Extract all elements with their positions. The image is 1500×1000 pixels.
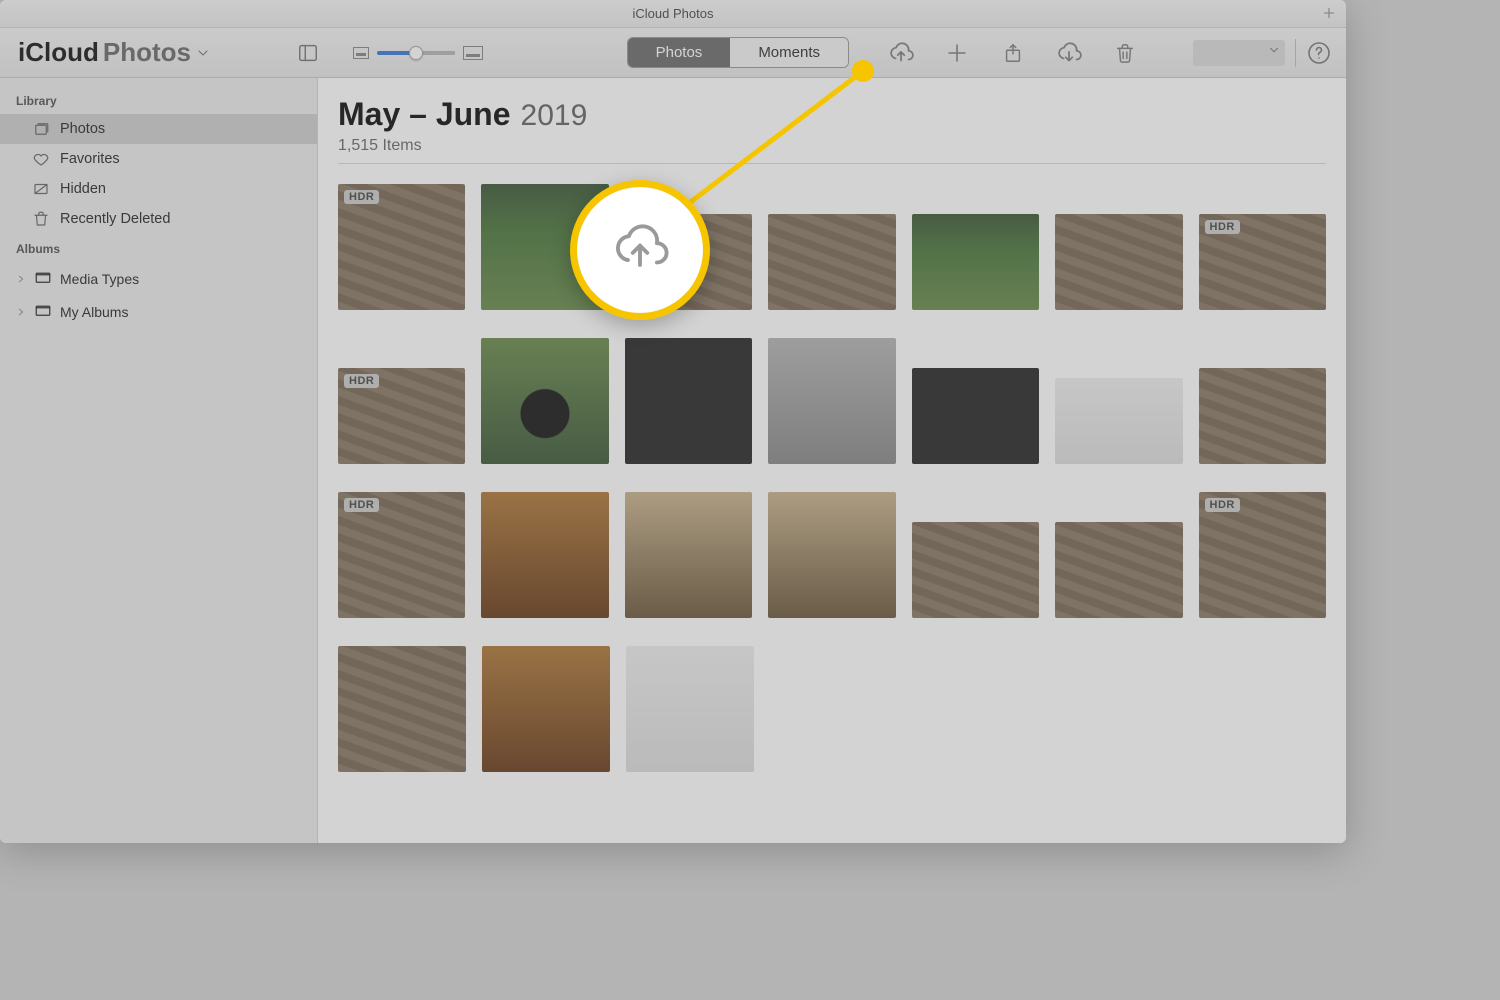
photo-thumbnail[interactable] (768, 492, 895, 618)
photo-thumbnail[interactable] (625, 338, 752, 464)
window-title: iCloud Photos (633, 6, 714, 21)
sidebar-item-hidden[interactable]: Hidden (0, 174, 317, 204)
callout-circle (570, 180, 710, 320)
date-heading: May – June 2019 (338, 96, 1326, 133)
photo-thumbnail[interactable] (912, 368, 1039, 464)
photo-thumbnail[interactable] (912, 522, 1039, 618)
sidebar-item-label: Photos (60, 121, 105, 137)
new-tab-button[interactable] (1318, 2, 1340, 24)
app-section: Photos (103, 37, 191, 68)
hdr-badge: HDR (344, 190, 379, 204)
photo-thumbnail[interactable]: HDR (338, 184, 465, 310)
zoom-slider-group (353, 46, 483, 60)
photo-thumbnail[interactable] (626, 646, 754, 772)
photo-thumbnail[interactable] (625, 492, 752, 618)
disclosure-triangle-icon[interactable] (16, 304, 26, 320)
sidebar-section-albums: Albums (0, 234, 317, 262)
photo-thumbnail[interactable]: HDR (1199, 214, 1326, 310)
sidebar-item-label: Recently Deleted (60, 211, 170, 227)
zoom-in-icon[interactable] (463, 46, 483, 60)
photo-thumbnail[interactable] (482, 646, 610, 772)
app-window: iCloud Photos iCloud Photos Photos Mom (0, 0, 1346, 843)
photo-thumbnail[interactable] (481, 338, 608, 464)
photo-thumbnail[interactable] (338, 646, 466, 772)
zoom-slider[interactable] (377, 51, 455, 55)
heart-icon (32, 150, 50, 168)
upload-icon (611, 219, 669, 282)
divider (338, 163, 1326, 164)
toolbar-actions (887, 39, 1139, 67)
sidebar-section-library: Library (0, 86, 317, 114)
photo-row: HDR HDR (338, 184, 1326, 310)
photo-thumbnail[interactable] (912, 214, 1039, 310)
disclosure-triangle-icon[interactable] (16, 271, 26, 287)
tab-photos[interactable]: Photos (628, 38, 731, 67)
photo-thumbnail[interactable]: HDR (1199, 492, 1326, 618)
photo-thumbnail[interactable]: HDR (338, 368, 465, 464)
sidebar-item-photos[interactable]: Photos (0, 114, 317, 144)
photo-thumbnail[interactable] (1199, 368, 1326, 464)
photo-thumbnail[interactable] (1055, 214, 1182, 310)
trash-icon[interactable] (1111, 39, 1139, 67)
photo-thumbnail[interactable]: HDR (338, 492, 465, 618)
sidebar-item-label: Hidden (60, 181, 106, 197)
toolbar: iCloud Photos Photos Moments (0, 28, 1346, 78)
photo-row (338, 646, 1326, 772)
folder-icon (34, 301, 52, 322)
photo-thumbnail[interactable] (1055, 522, 1182, 618)
zoom-out-icon[interactable] (353, 47, 369, 59)
photo-thumbnail[interactable] (768, 214, 895, 310)
breadcrumb[interactable]: iCloud Photos (18, 37, 211, 68)
sidebar-item-recently-deleted[interactable]: Recently Deleted (0, 204, 317, 234)
hdr-badge: HDR (1205, 498, 1240, 512)
photo-row: HDR (338, 338, 1326, 464)
tab-moments[interactable]: Moments (730, 38, 848, 67)
photo-thumbnail[interactable] (1055, 378, 1182, 464)
photo-thumbnail[interactable] (768, 338, 895, 464)
sidebar-item-favorites[interactable]: Favorites (0, 144, 317, 174)
sidebar-item-label: Media Types (60, 271, 139, 287)
divider (1295, 39, 1296, 67)
item-count: 1,515 Items (338, 137, 1326, 155)
add-icon[interactable] (943, 39, 971, 67)
title-bar: iCloud Photos (0, 0, 1346, 28)
callout-dot (852, 60, 874, 82)
upload-icon[interactable] (887, 39, 915, 67)
hidden-icon (32, 180, 50, 198)
app-name: iCloud (18, 37, 99, 68)
sidebar-toggle-button[interactable] (295, 40, 321, 66)
sidebar-item-label: My Albums (60, 304, 128, 320)
main-content[interactable]: May – June 2019 1,515 Items HDRHDRHDRHDR… (318, 78, 1346, 843)
hdr-badge: HDR (344, 498, 379, 512)
sidebar-folder-my-albums[interactable]: My Albums (0, 295, 317, 328)
photo-row: HDR HDR (338, 492, 1326, 618)
folder-icon (34, 268, 52, 289)
sidebar-folder-media-types[interactable]: Media Types (0, 262, 317, 295)
download-icon[interactable] (1055, 39, 1083, 67)
account-menu[interactable] (1193, 40, 1285, 66)
sidebar-item-label: Favorites (60, 151, 120, 167)
hdr-badge: HDR (344, 374, 379, 388)
photos-stack-icon (32, 120, 50, 138)
share-icon[interactable] (999, 39, 1027, 67)
chevron-down-icon (1267, 43, 1281, 62)
hdr-badge: HDR (1205, 220, 1240, 234)
sidebar: Library Photos Favorites Hidden Recently… (0, 78, 318, 843)
chevron-down-icon (195, 37, 211, 68)
date-range: May – June (338, 96, 511, 133)
date-year: 2019 (521, 99, 588, 133)
photo-thumbnail[interactable] (481, 492, 608, 618)
view-segmented-control: Photos Moments (627, 37, 849, 68)
trash-icon (32, 210, 50, 228)
help-icon[interactable] (1306, 40, 1332, 66)
